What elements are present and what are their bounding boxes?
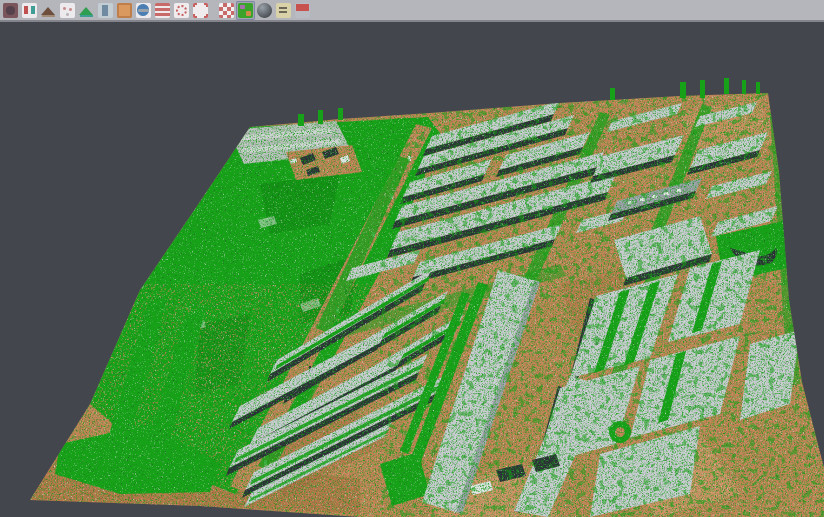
sparse-points-button[interactable] xyxy=(58,1,77,20)
profile-bar-icon xyxy=(98,3,113,18)
terrain-brown-icon xyxy=(41,3,56,18)
toolbar xyxy=(0,0,824,22)
pan-points-button[interactable] xyxy=(20,1,39,20)
checker-icon xyxy=(219,3,234,18)
clip-half-button[interactable] xyxy=(293,1,312,20)
note-icon xyxy=(276,3,291,18)
ring-button[interactable] xyxy=(172,1,191,20)
extent-brackets-icon xyxy=(193,3,208,18)
globe-button[interactable] xyxy=(134,1,153,20)
sparse-points-icon xyxy=(60,3,75,18)
terrain-green-button[interactable] xyxy=(77,1,96,20)
application-window xyxy=(0,0,824,517)
profile-bar-button[interactable] xyxy=(96,1,115,20)
extent-brackets-button[interactable] xyxy=(191,1,210,20)
point-cloud-button[interactable] xyxy=(1,1,20,20)
striped-list-button[interactable] xyxy=(153,1,172,20)
terrain-green-icon xyxy=(79,3,94,18)
ring-icon xyxy=(174,3,189,18)
ortho-square-icon xyxy=(117,3,132,18)
striped-list-icon xyxy=(155,3,170,18)
checker-button[interactable] xyxy=(217,1,236,20)
terrain-brown-button[interactable] xyxy=(39,1,58,20)
sphere-icon xyxy=(257,3,272,18)
note-button[interactable] xyxy=(274,1,293,20)
classification-map-icon xyxy=(238,3,253,18)
point-cloud-icon xyxy=(3,3,18,18)
terrain xyxy=(0,74,824,517)
ortho-square-button[interactable] xyxy=(115,1,134,20)
globe-icon xyxy=(136,3,151,18)
3d-viewport[interactable] xyxy=(0,24,824,517)
classification-map-button[interactable] xyxy=(236,1,255,20)
pan-points-icon xyxy=(22,3,37,18)
point-cloud-scene xyxy=(0,24,824,517)
clip-half-icon xyxy=(295,3,310,18)
sphere-button[interactable] xyxy=(255,1,274,20)
